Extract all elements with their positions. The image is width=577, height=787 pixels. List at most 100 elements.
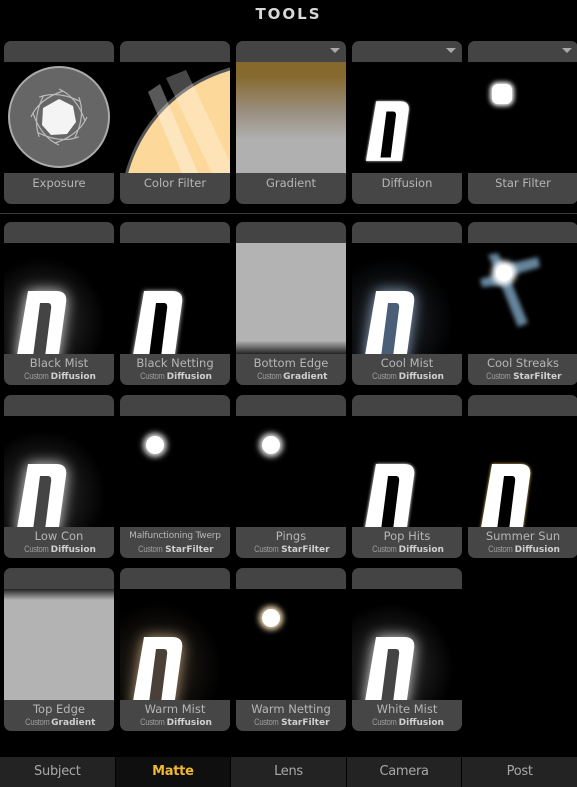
preset-type: Diffusion <box>166 718 212 728</box>
preset-card[interactable]: Black Netting Custom Diffusion <box>120 222 230 385</box>
d-letter-icon <box>366 101 409 161</box>
card-header <box>4 568 114 589</box>
tool-card[interactable]: Color Filter <box>120 41 230 204</box>
card-title: Diffusion <box>381 176 433 190</box>
preset-type: Gradient <box>283 372 328 382</box>
preset-prefix: Custom <box>488 544 513 554</box>
preset-card[interactable]: Top Edge Custom Gradient <box>4 568 114 731</box>
card-header <box>352 395 462 416</box>
card-preview <box>4 243 114 354</box>
preset-card[interactable]: Low Con Custom Diffusion <box>4 395 114 558</box>
card-preview <box>236 589 346 700</box>
card-subtitle: Custom Diffusion <box>120 370 230 384</box>
preset-prefix: Custom <box>372 717 397 727</box>
preset-card[interactable]: Cool Mist Custom Diffusion <box>352 222 462 385</box>
card-subtitle: Custom Gradient <box>236 370 346 384</box>
d-letter-icon <box>480 464 534 527</box>
page-title: TOOLS <box>255 5 322 23</box>
card-subtitle: Custom StarFilter <box>236 543 346 557</box>
dropdown-arrow-icon[interactable] <box>562 48 572 53</box>
preset-type: StarFilter <box>281 545 330 555</box>
preset-card[interactable]: Black Mist Custom Diffusion <box>4 222 114 385</box>
card-title: Cool Streaks <box>486 356 559 370</box>
card-header <box>120 568 230 589</box>
light-spot-icon <box>262 436 280 454</box>
tab-camera[interactable]: Camera <box>346 757 463 787</box>
preset-prefix: Custom <box>254 544 280 554</box>
dropdown-arrow-icon[interactable] <box>330 48 340 53</box>
card-header <box>236 568 346 589</box>
card-label: White Mist Custom Diffusion <box>352 700 462 731</box>
card-header <box>4 41 114 62</box>
color-filter-icon <box>125 67 230 173</box>
d-letter-icon <box>17 291 67 354</box>
card-preview <box>352 589 462 700</box>
card-label: Cool Mist Custom Diffusion <box>352 354 462 385</box>
preset-type: Diffusion <box>50 545 96 555</box>
preset-card[interactable]: Summer Sun Custom Diffusion <box>468 395 577 558</box>
tab-matte[interactable]: Matte <box>115 757 232 787</box>
preset-card[interactable]: Pop Hits Custom Diffusion <box>352 395 462 558</box>
card-subtitle: Custom StarFilter <box>120 543 230 557</box>
card-header <box>120 222 230 243</box>
preset-prefix: Custom <box>372 544 397 554</box>
card-subtitle: Custom StarFilter <box>236 716 346 730</box>
card-label: Pop Hits Custom Diffusion <box>352 527 462 558</box>
card-title: Cool Mist <box>380 356 434 370</box>
d-letter-icon <box>133 637 183 700</box>
card-title: Low Con <box>34 529 84 543</box>
preset-type: Diffusion <box>398 718 444 728</box>
preset-card[interactable]: Bottom Edge Custom Gradient <box>236 222 346 385</box>
card-preview <box>4 62 114 173</box>
d-letter-icon <box>365 464 415 527</box>
d-letter-icon <box>16 291 70 354</box>
tool-card[interactable]: Exposure <box>4 41 114 204</box>
preset-prefix: Custom <box>140 717 165 727</box>
card-label: Malfunctioning Twerp Custom StarFilter <box>120 527 230 558</box>
d-letter-icon <box>132 291 186 354</box>
card-label: Top Edge Custom Gradient <box>4 700 114 731</box>
card-subtitle: Custom StarFilter <box>468 370 577 384</box>
preset-card[interactable]: White Mist Custom Diffusion <box>352 568 462 731</box>
d-letter-icon <box>364 464 418 527</box>
tab-post[interactable]: Post <box>462 757 577 787</box>
bottom-tab-bar: Subject Matte Lens Camera Post <box>0 757 577 787</box>
preset-card[interactable]: Warm Mist Custom Diffusion <box>120 568 230 731</box>
card-subtitle: Custom Diffusion <box>352 716 462 730</box>
bottom-edge-preview <box>236 243 346 354</box>
star-streaks-icon <box>480 253 540 327</box>
card-subtitle: Custom Diffusion <box>352 543 462 557</box>
card-subtitle: Custom Gradient <box>4 716 114 730</box>
card-title: Pings <box>275 529 307 543</box>
card-label: Warm Netting Custom StarFilter <box>236 700 346 731</box>
preset-prefix: Custom <box>24 544 49 554</box>
preset-type: Diffusion <box>166 372 212 382</box>
card-title: Pop Hits <box>383 529 431 543</box>
preset-card[interactable]: Malfunctioning Twerp Custom StarFilter <box>120 395 230 558</box>
tool-card[interactable]: Gradient <box>236 41 346 204</box>
tab-lens[interactable]: Lens <box>231 757 347 787</box>
card-subtitle: Custom Diffusion <box>352 370 462 384</box>
card-title: Gradient <box>265 176 317 190</box>
preset-card[interactable]: Warm Netting Custom StarFilter <box>236 568 346 731</box>
dropdown-arrow-icon[interactable] <box>446 48 456 53</box>
preset-type: StarFilter <box>513 372 562 382</box>
card-header <box>236 41 346 62</box>
tab-subject[interactable]: Subject <box>0 757 116 787</box>
card-label: Warm Mist Custom Diffusion <box>120 700 230 731</box>
tool-card[interactable]: Diffusion <box>352 41 462 204</box>
card-preview <box>120 62 230 173</box>
preset-card[interactable]: Pings Custom StarFilter <box>236 395 346 558</box>
card-header <box>352 41 462 62</box>
card-header <box>352 222 462 243</box>
preset-card[interactable]: Cool Streaks Custom StarFilter <box>468 222 577 385</box>
card-label: Black Mist Custom Diffusion <box>4 354 114 385</box>
d-letter-icon <box>17 464 67 527</box>
preset-type: StarFilter <box>281 718 330 728</box>
card-title: Star Filter <box>495 176 551 190</box>
tool-card[interactable]: Star Filter <box>468 41 577 204</box>
d-letter-icon <box>16 464 70 527</box>
card-subtitle: Custom Diffusion <box>4 543 114 557</box>
card-title: Black Netting <box>136 356 214 370</box>
card-preview <box>468 62 577 173</box>
